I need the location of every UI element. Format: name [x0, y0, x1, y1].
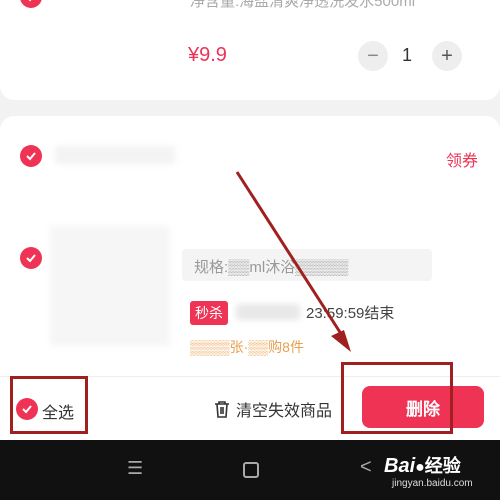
promo-text: ▒▒▒▒张·▒▒购8件: [190, 339, 304, 355]
paw-icon: ●: [415, 459, 425, 476]
quantity-plus-button[interactable]: +: [432, 41, 462, 71]
item-price: ¥9.9: [188, 44, 227, 66]
item-spec-text: 净含量:海盐清爽净透洗发水500ml: [190, 0, 416, 10]
home-icon[interactable]: [243, 462, 259, 478]
menu-icon[interactable]: ☰: [127, 458, 143, 479]
item-spec-text: 规格:▒▒ml沐浴▒▒▒▒▒: [194, 259, 349, 276]
clear-invalid-button[interactable]: 清空失效商品: [212, 397, 332, 421]
annotation-box-select-all: [10, 376, 88, 434]
store-name: [55, 146, 175, 164]
baidu-brand: Bai: [384, 455, 416, 477]
clear-invalid-label: 清空失效商品: [236, 403, 333, 420]
check-icon: [26, 254, 36, 263]
baidu-url: jingyan.baidu.com: [392, 478, 473, 489]
trash-icon: [215, 401, 229, 418]
item-checkbox-top[interactable]: [20, 0, 42, 8]
cart-store-card: 领券 规格:▒▒ml沐浴▒▒▒▒▒ 秒杀 23:59:59结束 ▒▒▒▒张·▒▒…: [0, 116, 500, 376]
back-icon[interactable]: <: [360, 456, 372, 479]
item-checkbox[interactable]: [20, 247, 42, 269]
quantity-value[interactable]: 1: [402, 45, 412, 66]
coupon-link[interactable]: 领券: [446, 147, 478, 171]
flash-sale-end-time: 23:59:59结束: [306, 305, 395, 322]
item-thumbnail[interactable]: [50, 226, 170, 346]
flash-sale-badge: 秒杀: [190, 301, 228, 325]
baidu-watermark: Bai●经验 jingyan.baidu.com: [384, 452, 473, 489]
cart-item-card-top: 净含量:海盐清爽净透洗发水500ml ¥9.9 − 1 +: [0, 0, 500, 100]
flash-icon-blurred: [236, 304, 300, 320]
annotation-box-delete: [341, 362, 453, 434]
store-checkbox[interactable]: [20, 145, 42, 167]
quantity-minus-button[interactable]: −: [358, 41, 388, 71]
check-icon: [26, 152, 36, 161]
check-icon: [28, 0, 32, 2]
baidu-brand-cn: 经验: [424, 456, 461, 476]
system-nav-bar: ☰ < Bai●经验 jingyan.baidu.com: [0, 440, 500, 500]
item-spec-box[interactable]: 规格:▒▒ml沐浴▒▒▒▒▒: [182, 249, 432, 281]
